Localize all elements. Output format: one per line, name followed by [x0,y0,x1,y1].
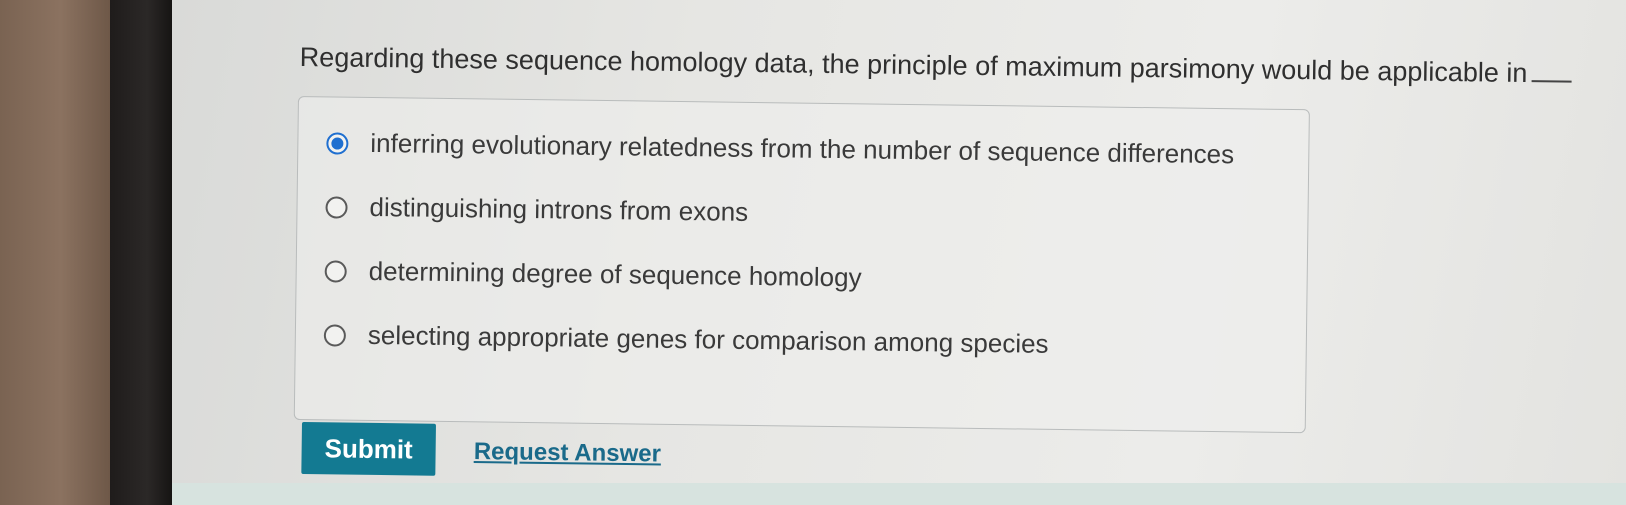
option-label: selecting appropriate genes for comparis… [367,319,1049,359]
option-1[interactable]: inferring evolutionary relatedness from … [326,127,1234,170]
radio-icon[interactable] [323,323,347,347]
option-3[interactable]: determining degree of sequence homology [324,255,862,293]
option-4[interactable]: selecting appropriate genes for comparis… [323,319,1049,359]
radio-icon[interactable] [324,259,347,283]
option-label: determining degree of sequence homology [368,255,862,293]
screen: Regarding these sequence homology data, … [172,0,1626,505]
question-prompt: Regarding these sequence homology data, … [300,42,1620,90]
option-label: inferring evolutionary relatedness from … [370,127,1235,170]
monitor-bezel [110,0,172,505]
answer-options-box: inferring evolutionary relatedness from … [293,96,1310,434]
submit-button[interactable]: Submit [301,422,436,476]
question-text: Regarding these sequence homology data, … [299,42,1528,89]
option-2[interactable]: distinguishing introns from exons [325,191,748,228]
answer-blank [1531,80,1572,83]
option-label: distinguishing introns from exons [369,191,749,227]
radio-icon[interactable] [325,195,348,219]
request-answer-link[interactable]: Request Answer [474,438,662,468]
radio-selected-icon[interactable] [326,131,349,155]
bottom-strip [172,483,1626,505]
background-wall [0,0,110,505]
